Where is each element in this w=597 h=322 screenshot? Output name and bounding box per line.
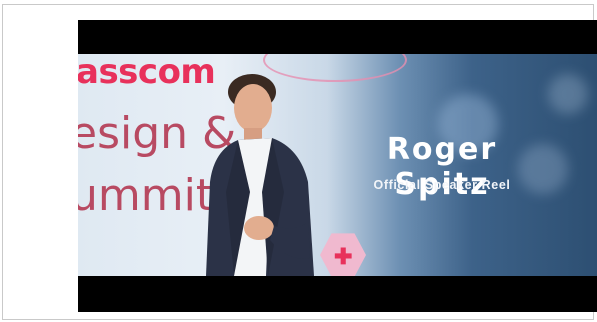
backdrop-brand-text: asscom <box>78 54 216 92</box>
video-player[interactable]: asscom esign & ummit ✚ Roger Spitz Offic… <box>78 20 597 312</box>
video-subtitle: Official Speaker Reel <box>373 178 511 192</box>
speaker-figure <box>206 74 314 276</box>
backdrop-line-2: ummit <box>78 170 214 221</box>
bokeh-light <box>548 74 588 114</box>
video-thumbnail[interactable]: asscom esign & ummit ✚ Roger Spitz Offic… <box>78 54 597 276</box>
